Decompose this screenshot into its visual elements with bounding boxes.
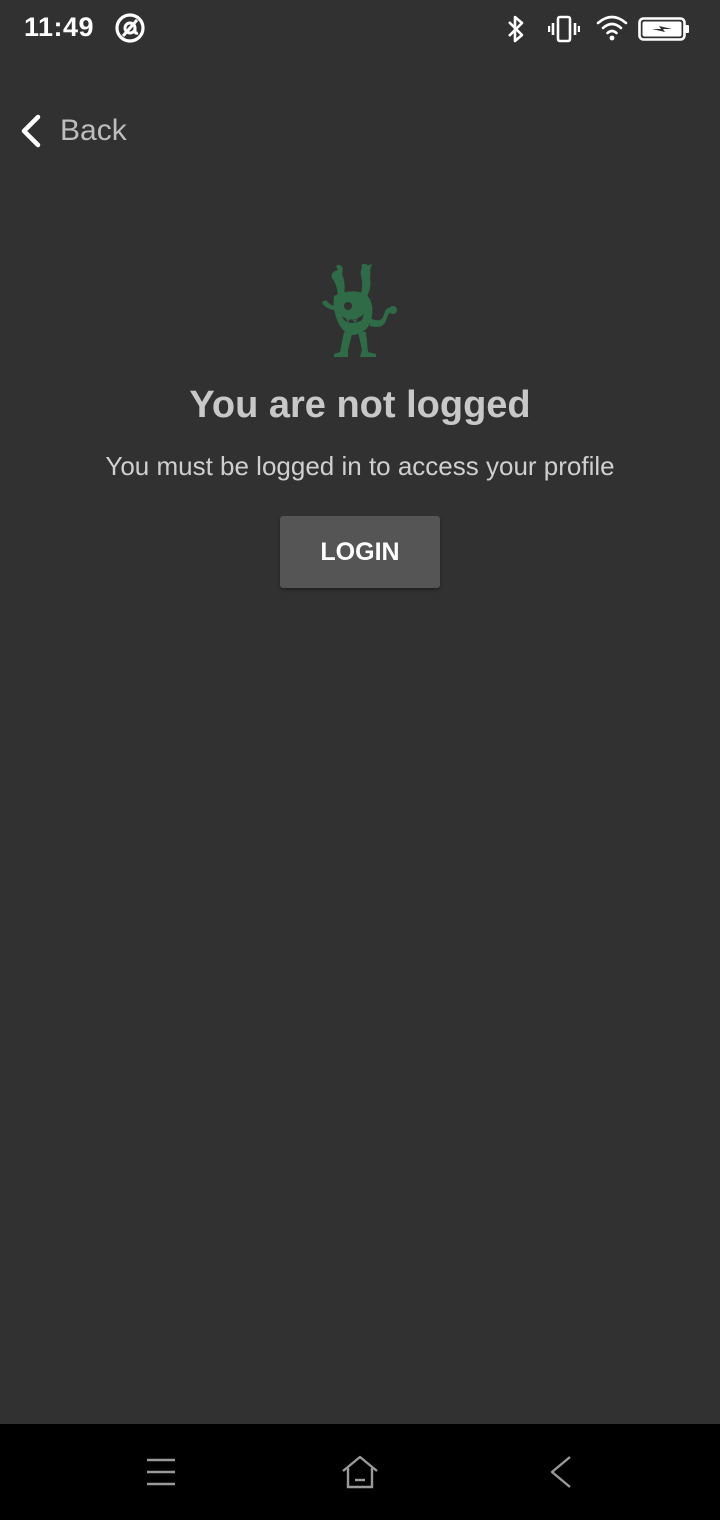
battery-charging-icon — [638, 16, 690, 47]
vibrate-icon — [547, 14, 581, 49]
status-bar: 11:49 — [0, 0, 720, 58]
back-icon[interactable] — [537, 1448, 585, 1496]
wifi-icon — [596, 14, 628, 47]
back-label: Back — [60, 114, 127, 147]
system-nav-bar — [0, 1424, 720, 1520]
screen: 11:49 Back You are not logged You must b… — [0, 0, 720, 1520]
page-title: You are not logged — [189, 384, 531, 426]
status-time: 11:49 — [24, 12, 95, 42]
not-logged-panel: You are not logged You must be logged in… — [0, 262, 720, 588]
monster-mascot-icon — [0, 262, 720, 362]
bluetooth-icon — [504, 14, 528, 49]
menu-icon[interactable] — [137, 1448, 185, 1496]
home-icon[interactable] — [336, 1448, 384, 1496]
login-button[interactable]: LOGIN — [280, 516, 440, 588]
at-sign-icon — [114, 12, 146, 49]
chevron-left-icon — [14, 111, 48, 151]
page-subtitle: You must be logged in to access your pro… — [105, 451, 615, 481]
back-button[interactable]: Back — [14, 108, 127, 154]
